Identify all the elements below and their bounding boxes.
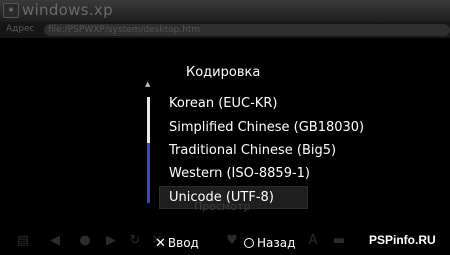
circle-button-icon xyxy=(244,238,254,248)
title-bar: ▣ windows.xp xyxy=(0,0,450,22)
text-icon[interactable]: A xyxy=(306,234,320,248)
back-arrow-icon[interactable]: ◀ xyxy=(48,234,62,248)
address-bar: Адрес xyxy=(0,22,450,38)
app-icon: ▣ xyxy=(3,3,19,18)
scrollbar-thumb[interactable] xyxy=(147,143,150,203)
back-label: Назад xyxy=(257,236,296,250)
encoding-option-western[interactable]: Western (ISO-8859-1) xyxy=(160,163,310,184)
underlying-menu-text: Просмотр xyxy=(194,200,251,213)
reload-icon[interactable]: ↻ xyxy=(128,234,142,248)
window-title: windows.xp xyxy=(22,1,113,19)
briefcase-icon[interactable]: ▬ xyxy=(332,234,346,248)
encoding-option-korean[interactable]: Korean (EUC-KR) xyxy=(160,93,277,114)
forward-icon[interactable]: ▶ xyxy=(104,234,118,248)
back-hint[interactable]: Назад xyxy=(244,236,295,250)
cross-button-icon: ✕ xyxy=(155,236,166,251)
ok-label: Ввод xyxy=(167,236,199,250)
heart-icon[interactable]: ♥ xyxy=(225,234,239,248)
sidebar-icon[interactable]: ▤ xyxy=(16,234,30,248)
circle-icon[interactable]: ● xyxy=(78,234,92,248)
watermark: PSPinfo.RU xyxy=(369,233,436,247)
scroll-up-icon[interactable]: ▲ xyxy=(145,80,150,88)
encoding-option-traditional-chinese[interactable]: Traditional Chinese (Big5) xyxy=(160,140,336,161)
dialog-title: Кодировка xyxy=(186,65,261,80)
ok-hint[interactable]: ✕ Ввод xyxy=(155,236,199,251)
address-label: Адрес xyxy=(6,24,35,34)
address-input[interactable] xyxy=(44,24,450,36)
encoding-option-simplified-chinese[interactable]: Simplified Chinese (GB18030) xyxy=(160,117,364,138)
